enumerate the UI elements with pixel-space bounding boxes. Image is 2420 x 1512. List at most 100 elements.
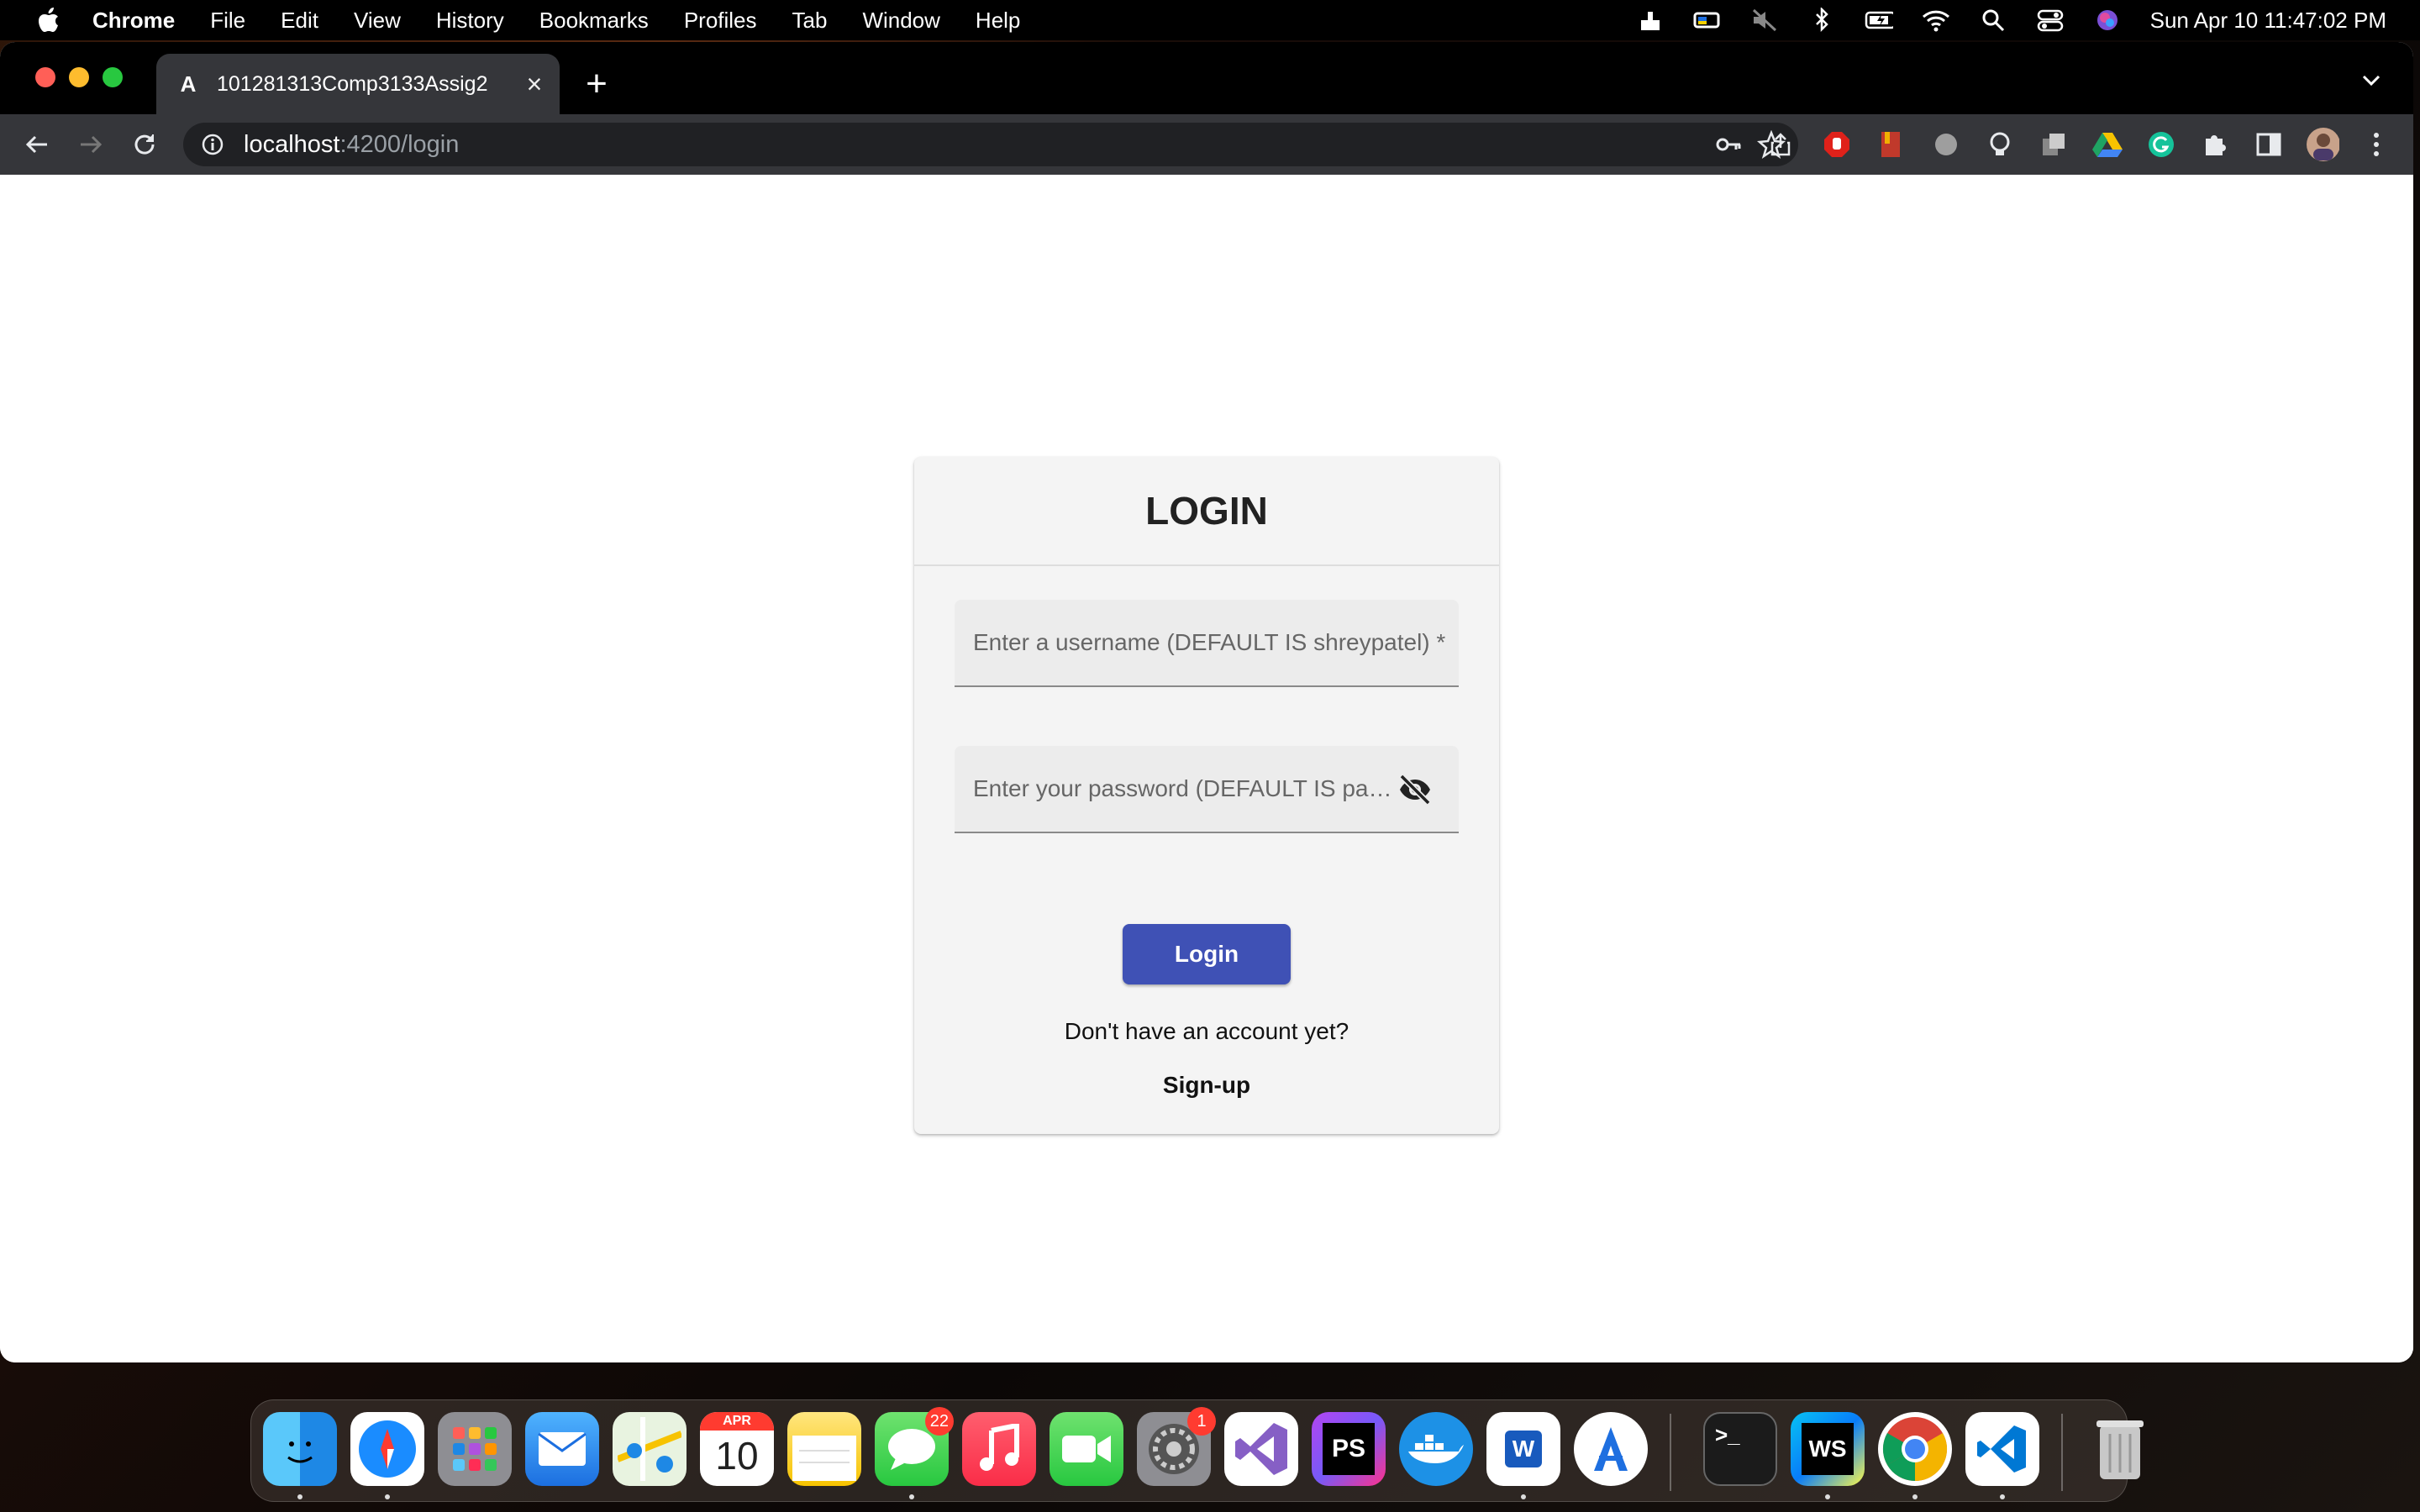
visual-studio-icon[interactable] (1224, 1412, 1298, 1486)
close-window-button[interactable] (35, 67, 55, 87)
username-field[interactable]: Enter a username (DEFAULT IS shreypatel)… (955, 600, 1459, 687)
new-tab-button[interactable]: + (576, 63, 617, 104)
docker-icon[interactable] (1399, 1412, 1473, 1486)
calendar-icon[interactable]: APR 10 (700, 1412, 774, 1486)
calendar-month: APR (700, 1412, 774, 1431)
finder-running-dot (297, 1494, 302, 1499)
address-bar[interactable]: localhost:4200/login (183, 123, 1798, 166)
sidepanel-icon[interactable] (2252, 128, 2286, 161)
word-running-dot (1521, 1494, 1526, 1499)
terminal-label: >_ (1715, 1422, 1740, 1447)
dock-separator (1670, 1414, 1671, 1491)
visibility-off-icon[interactable] (1397, 773, 1434, 806)
menu-file[interactable]: File (210, 8, 245, 34)
login-button[interactable]: Login (1123, 924, 1291, 984)
flag-icon[interactable] (1693, 8, 1722, 33)
xcode-instruments-icon[interactable] (1574, 1412, 1648, 1486)
webstorm-running-dot (1825, 1494, 1830, 1499)
adblock-icon[interactable] (1820, 128, 1854, 161)
music-icon[interactable] (962, 1412, 1036, 1486)
menu-window[interactable]: Window (862, 8, 939, 34)
settings-badge: 1 (1187, 1407, 1216, 1436)
system-preferences-icon[interactable]: 1 (1137, 1407, 1216, 1486)
notes-icon[interactable] (787, 1412, 861, 1486)
wifi-icon[interactable] (1922, 8, 1950, 33)
browser-tab-active[interactable]: A 101281313Comp3133Assig2 × (156, 54, 560, 114)
circle-ext-icon[interactable] (1929, 128, 1963, 161)
profile-avatar[interactable] (2306, 128, 2339, 161)
word-icon[interactable]: W (1486, 1412, 1560, 1486)
login-card: LOGIN Enter a username (DEFAULT IS shrey… (914, 457, 1499, 1134)
puzzle-icon[interactable] (2198, 128, 2232, 161)
chrome-icon[interactable] (1878, 1412, 1952, 1486)
menu-help[interactable]: Help (976, 8, 1020, 34)
word-label: W (1505, 1431, 1542, 1467)
tab-close-icon[interactable]: × (518, 67, 551, 101)
mute-icon[interactable] (1750, 8, 1779, 33)
launchpad-icon[interactable] (438, 1412, 512, 1486)
dock: APR 10 22 1 PS W >_ WS (250, 1399, 2144, 1502)
messages-badge: 22 (924, 1407, 954, 1436)
spotlight-icon[interactable] (1979, 8, 2007, 33)
phpstorm-icon[interactable]: PS (1312, 1412, 1386, 1486)
browser-window: A 101281313Comp3133Assig2 × + localhost:… (0, 42, 2413, 1362)
menu-profiles[interactable]: Profiles (684, 8, 757, 34)
safari-running-dot (385, 1494, 390, 1499)
kebab-menu-icon[interactable] (2360, 128, 2393, 161)
bookmark-star-icon[interactable] (1754, 128, 1788, 161)
menu-bar: Chrome File Edit View History Bookmarks … (0, 0, 2420, 40)
zoom-window-button[interactable] (103, 67, 123, 87)
reload-button[interactable] (124, 124, 165, 165)
phpstorm-label: PS (1323, 1423, 1375, 1475)
password-placeholder: Enter your password (DEFAULT IS pas... (973, 775, 1393, 801)
username-placeholder: Enter a username (DEFAULT IS shreypatel)… (973, 629, 1446, 655)
control-center-icon[interactable] (2036, 8, 2065, 33)
menu-view[interactable]: View (354, 8, 401, 34)
tab-search-chevron-icon[interactable] (2354, 64, 2388, 97)
forward-button[interactable] (71, 124, 111, 165)
safari-icon[interactable] (350, 1412, 424, 1486)
terminal-icon[interactable]: >_ (1703, 1412, 1777, 1486)
bulb-ext-icon[interactable] (1983, 128, 2017, 161)
messages-icon[interactable]: 22 (875, 1407, 954, 1486)
trash-icon[interactable] (2083, 1412, 2157, 1486)
vscode-running-dot (2000, 1494, 2005, 1499)
menu-bookmarks[interactable]: Bookmarks (539, 8, 649, 34)
display-icon[interactable] (1636, 8, 1665, 33)
messages-running-dot (909, 1494, 914, 1499)
menu-clock[interactable]: Sun Apr 10 11:47:02 PM (2150, 8, 2386, 34)
minimize-window-button[interactable] (69, 67, 89, 87)
grammarly-icon[interactable] (2144, 128, 2178, 161)
browser-toolbar: localhost:4200/login (0, 114, 2413, 175)
menu-history[interactable]: History (436, 8, 504, 34)
facetime-icon[interactable] (1050, 1412, 1123, 1486)
page-content: LOGIN Enter a username (DEFAULT IS shrey… (0, 175, 2413, 1362)
window-ext-icon[interactable] (2037, 128, 2070, 161)
apple-menu-icon[interactable] (35, 7, 62, 34)
no-account-text: Don't have an account yet? (1064, 1018, 1349, 1044)
site-info-icon[interactable] (200, 132, 225, 157)
maps-icon[interactable] (613, 1412, 687, 1486)
finder-icon[interactable] (263, 1412, 337, 1486)
bookmark-ext-icon[interactable] (1874, 128, 1907, 161)
tab-strip: A 101281313Comp3133Assig2 × + (0, 42, 2413, 114)
menu-tab[interactable]: Tab (792, 8, 828, 34)
menu-app-name[interactable]: Chrome (92, 8, 175, 34)
drive-icon[interactable] (2091, 128, 2124, 161)
vscode-icon[interactable] (1965, 1412, 2039, 1486)
key-icon[interactable] (1714, 132, 1743, 157)
webstorm-icon[interactable]: WS (1791, 1412, 1865, 1486)
webstorm-label: WS (1802, 1423, 1854, 1475)
bluetooth-icon[interactable] (1807, 8, 1836, 33)
menu-edit[interactable]: Edit (281, 8, 318, 34)
login-card-header: LOGIN (914, 457, 1499, 566)
password-field[interactable]: Enter your password (DEFAULT IS pas... (955, 746, 1459, 833)
url-path: :4200/login (339, 130, 460, 158)
tab-title: 101281313Comp3133Assig2 (217, 71, 488, 96)
signup-link[interactable]: Sign-up (914, 1072, 1499, 1099)
mail-icon[interactable] (525, 1412, 599, 1486)
chrome-running-dot (1912, 1494, 1918, 1499)
back-button[interactable] (17, 124, 57, 165)
siri-icon[interactable] (2093, 8, 2122, 33)
battery-icon[interactable] (1865, 8, 1893, 33)
